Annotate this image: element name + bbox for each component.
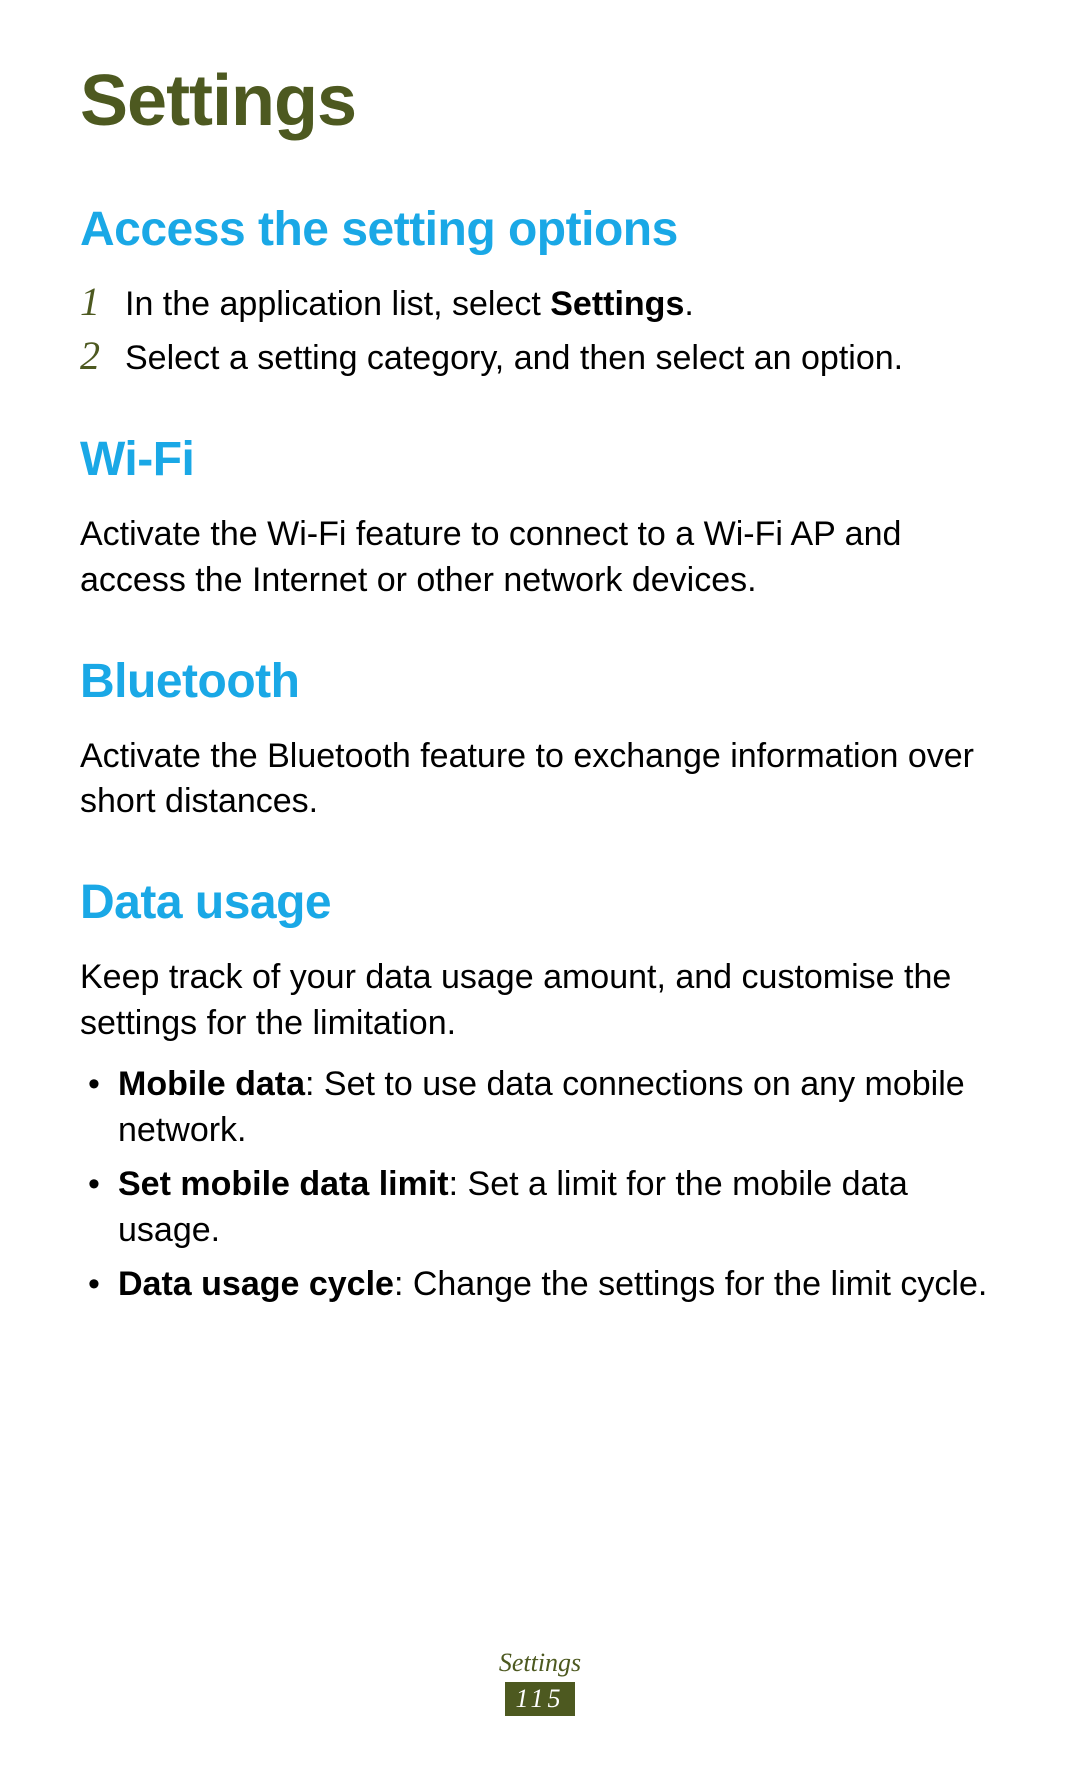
- bullet-item: • Set mobile data limit: Set a limit for…: [80, 1162, 1000, 1254]
- bullet-text: Set mobile data limit: Set a limit for t…: [118, 1162, 1000, 1254]
- step-text: In the application list, select Settings…: [125, 282, 694, 328]
- section-heading-data-usage: Data usage: [80, 875, 1000, 930]
- body-text-bluetooth: Activate the Bluetooth feature to exchan…: [80, 734, 1000, 826]
- footer: Settings 115: [0, 1648, 1080, 1716]
- step-text: Select a setting category, and then sele…: [125, 336, 903, 382]
- bullet-text: Data usage cycle: Change the settings fo…: [118, 1262, 987, 1308]
- page-number: 115: [505, 1682, 574, 1716]
- step-number: 1: [80, 282, 125, 322]
- section-heading-access: Access the setting options: [80, 202, 1000, 257]
- numbered-list-access: 1 In the application list, select Settin…: [80, 282, 1000, 382]
- bullet-icon: •: [88, 1062, 118, 1108]
- body-text-data-usage: Keep track of your data usage amount, an…: [80, 955, 1000, 1307]
- body-text-wifi: Activate the Wi-Fi feature to connect to…: [80, 512, 1000, 604]
- bullet-icon: •: [88, 1162, 118, 1208]
- numbered-item: 1 In the application list, select Settin…: [80, 282, 1000, 328]
- bullet-item: • Data usage cycle: Change the settings …: [80, 1262, 1000, 1308]
- page-title: Settings: [80, 60, 1000, 142]
- footer-label: Settings: [0, 1648, 1080, 1678]
- section-heading-bluetooth: Bluetooth: [80, 654, 1000, 709]
- bullet-text: Mobile data: Set to use data connections…: [118, 1062, 1000, 1154]
- step-number: 2: [80, 336, 125, 376]
- bullet-item: • Mobile data: Set to use data connectio…: [80, 1062, 1000, 1154]
- bullet-icon: •: [88, 1262, 118, 1308]
- numbered-item: 2 Select a setting category, and then se…: [80, 336, 1000, 382]
- bullet-list: • Mobile data: Set to use data connectio…: [80, 1062, 1000, 1307]
- section-heading-wifi: Wi-Fi: [80, 432, 1000, 487]
